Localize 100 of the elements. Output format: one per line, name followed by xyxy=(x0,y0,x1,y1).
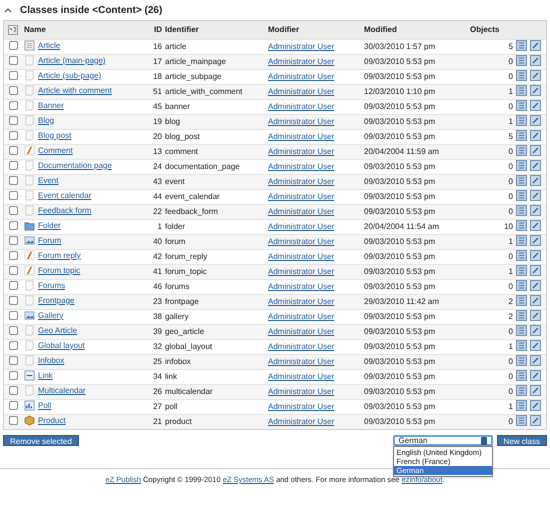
checkbox[interactable] xyxy=(9,356,18,365)
modifier-link[interactable]: Administrator User xyxy=(268,386,334,396)
class-name-link[interactable]: Article (sub-page) xyxy=(38,72,102,80)
class-name-link[interactable]: Article with comment xyxy=(38,86,112,94)
class-name-link[interactable]: Multicalendar xyxy=(38,386,86,394)
checkbox[interactable] xyxy=(9,251,18,260)
checkbox[interactable] xyxy=(9,371,18,380)
translations-icon[interactable] xyxy=(516,145,527,156)
class-name-link[interactable]: Event xyxy=(38,176,58,184)
checkbox[interactable] xyxy=(9,206,18,215)
modifier-link[interactable]: Administrator User xyxy=(268,402,334,410)
checkbox[interactable] xyxy=(9,71,18,80)
translations-icon[interactable] xyxy=(516,175,527,186)
edit-icon[interactable] xyxy=(530,280,541,291)
edit-icon[interactable] xyxy=(530,205,541,216)
translations-icon[interactable] xyxy=(516,190,527,201)
checkbox[interactable] xyxy=(9,236,18,245)
edit-icon[interactable] xyxy=(530,355,541,366)
new-class-button[interactable]: New class xyxy=(496,435,547,446)
translations-icon[interactable] xyxy=(516,40,527,51)
class-name-link[interactable]: Global layout xyxy=(38,342,85,350)
translations-icon[interactable] xyxy=(516,370,527,381)
modifier-link[interactable]: Administrator User xyxy=(268,312,334,320)
remove-selected-button[interactable]: Remove selected xyxy=(3,435,79,446)
class-name-link[interactable]: Comment xyxy=(38,146,73,154)
translations-icon[interactable] xyxy=(516,310,527,321)
checkbox[interactable] xyxy=(9,176,18,185)
edit-icon[interactable] xyxy=(530,55,541,66)
translations-icon[interactable] xyxy=(516,100,527,111)
modifier-link[interactable]: Administrator User xyxy=(268,416,334,426)
edit-icon[interactable] xyxy=(530,325,541,336)
translations-icon[interactable] xyxy=(516,160,527,171)
modifier-link[interactable]: Administrator User xyxy=(268,356,334,366)
edit-icon[interactable] xyxy=(530,250,541,261)
class-name-link[interactable]: Link xyxy=(38,372,53,380)
class-name-link[interactable]: Infobox xyxy=(38,356,64,364)
edit-icon[interactable] xyxy=(530,370,541,381)
language-select[interactable]: German xyxy=(392,435,493,446)
class-name-link[interactable]: Blog xyxy=(38,116,54,124)
edit-icon[interactable] xyxy=(530,295,541,306)
edit-icon[interactable] xyxy=(530,145,541,156)
modifier-link[interactable]: Administrator User xyxy=(268,372,334,380)
modifier-link[interactable]: Administrator User xyxy=(268,222,334,230)
modifier-link[interactable]: Administrator User xyxy=(268,102,334,110)
edit-icon[interactable] xyxy=(530,385,541,396)
checkbox[interactable] xyxy=(9,191,18,200)
edit-icon[interactable] xyxy=(530,100,541,111)
modifier-link[interactable]: Administrator User xyxy=(268,116,334,126)
modifier-link[interactable]: Administrator User xyxy=(268,342,334,350)
translations-icon[interactable] xyxy=(516,55,527,66)
checkbox[interactable] xyxy=(9,401,18,410)
checkbox[interactable] xyxy=(9,161,18,170)
checkbox[interactable] xyxy=(9,41,18,50)
edit-icon[interactable] xyxy=(530,310,541,321)
checkbox[interactable] xyxy=(9,56,18,65)
checkbox[interactable] xyxy=(9,221,18,230)
modifier-link[interactable]: Administrator User xyxy=(268,56,334,66)
class-name-link[interactable]: Event calendar xyxy=(38,192,92,200)
modifier-link[interactable]: Administrator User xyxy=(268,266,334,276)
class-name-link[interactable]: Folder xyxy=(38,222,61,230)
modifier-link[interactable]: Administrator User xyxy=(268,42,334,50)
translations-icon[interactable] xyxy=(516,385,527,396)
class-name-link[interactable]: Forum topic xyxy=(38,266,80,274)
modifier-link[interactable]: Administrator User xyxy=(268,282,334,290)
checkbox[interactable] xyxy=(9,131,18,140)
modifier-link[interactable]: Administrator User xyxy=(268,132,334,140)
checkbox[interactable] xyxy=(9,296,18,305)
edit-icon[interactable] xyxy=(530,220,541,231)
edit-icon[interactable] xyxy=(530,130,541,141)
class-name-link[interactable]: Blog post xyxy=(38,132,72,140)
translations-icon[interactable] xyxy=(516,250,527,261)
class-name-link[interactable]: Gallery xyxy=(38,312,64,320)
modifier-link[interactable]: Administrator User xyxy=(268,146,334,156)
modifier-link[interactable]: Administrator User xyxy=(268,296,334,306)
edit-icon[interactable] xyxy=(530,160,541,171)
modifier-link[interactable]: Administrator User xyxy=(268,326,334,336)
class-name-link[interactable]: Geo Article xyxy=(38,326,78,334)
edit-icon[interactable] xyxy=(530,400,541,411)
class-name-link[interactable]: Article xyxy=(38,42,60,50)
translations-icon[interactable] xyxy=(516,415,527,426)
modifier-link[interactable]: Administrator User xyxy=(268,206,334,216)
edit-icon[interactable] xyxy=(530,415,541,426)
class-name-link[interactable]: Poll xyxy=(38,402,52,410)
translations-icon[interactable] xyxy=(516,70,527,81)
checkbox[interactable] xyxy=(9,116,18,125)
translations-icon[interactable] xyxy=(516,265,527,276)
translations-icon[interactable] xyxy=(516,130,527,141)
checkbox[interactable] xyxy=(9,86,18,95)
translations-icon[interactable] xyxy=(516,205,527,216)
modifier-link[interactable]: Administrator User xyxy=(268,176,334,186)
checkbox[interactable] xyxy=(9,386,18,395)
checkbox[interactable] xyxy=(9,326,18,335)
translations-icon[interactable] xyxy=(516,85,527,96)
edit-icon[interactable] xyxy=(530,340,541,351)
checkbox[interactable] xyxy=(9,341,18,350)
class-name-link[interactable]: Feedback form xyxy=(38,206,92,214)
checkbox[interactable] xyxy=(9,311,18,320)
translations-icon[interactable] xyxy=(516,235,527,246)
edit-icon[interactable] xyxy=(530,40,541,51)
translations-icon[interactable] xyxy=(516,355,527,366)
